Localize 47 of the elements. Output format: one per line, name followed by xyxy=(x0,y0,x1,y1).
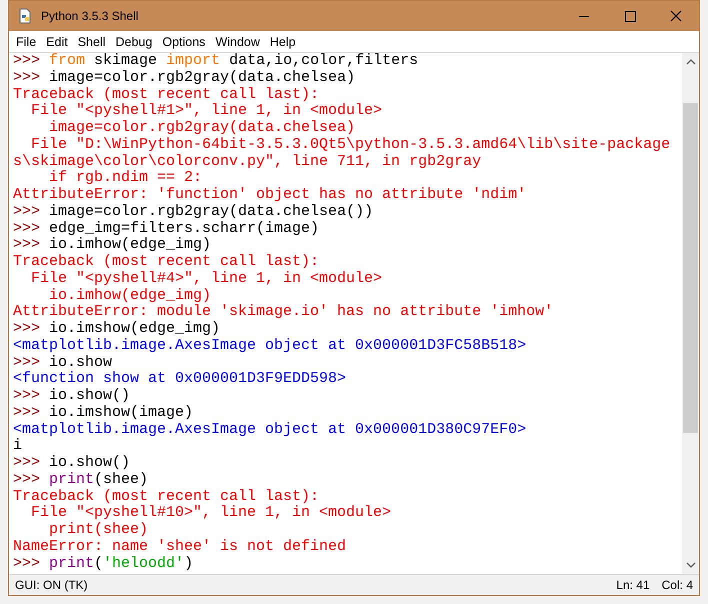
code-line: >>> print(shee) xyxy=(13,472,150,488)
menu-item[interactable]: Options xyxy=(161,34,210,48)
code-line: <matplotlib.image.AxesImage object at 0x000001D3FC58B518> xyxy=(13,338,528,354)
scroll-down-icon[interactable] xyxy=(686,562,696,568)
menu-item[interactable]: Edit xyxy=(45,34,73,48)
code-line: image=color.rgb2gray(data.chelsea) xyxy=(48,120,356,137)
code-line: io.imhow(edge_img) xyxy=(48,288,212,304)
code-line: File "<pyshell#10>", line 1, in <module> xyxy=(30,505,392,522)
code-line: AttributeError: module 'skimage.io' has no attribute 'imhow' xyxy=(13,304,554,321)
code-line: >>> io.show xyxy=(13,354,114,371)
code-line: i xyxy=(13,438,24,455)
menu-item[interactable]: Shell xyxy=(76,34,110,48)
code-line: Traceback (most recent call last): xyxy=(13,254,320,271)
gui-status: GUI: ON (TK) xyxy=(15,578,88,592)
scrollbar-thumb[interactable] xyxy=(683,103,698,433)
code-line: >>> io.imshow(image) xyxy=(13,404,194,422)
code-line: NameError: name 'shee' is not defined xyxy=(13,538,348,556)
scroll-up-icon[interactable] xyxy=(686,59,696,65)
code-line: <function show at 0x000001D3F9EDD598> xyxy=(13,371,348,388)
code-line: >>> image=color.rgb2gray(data.chelsea()) xyxy=(13,204,374,220)
line-number: Ln: 41 xyxy=(616,578,650,592)
code-line: >>> io.show() xyxy=(13,455,132,472)
code-line: >>> io.imshow(edge_img) xyxy=(13,321,222,338)
menu-item[interactable]: Help xyxy=(268,34,301,48)
code-line: Traceback (most recent call last): xyxy=(13,86,320,103)
python-file-icon xyxy=(17,8,33,24)
column-number: Col: 4 xyxy=(662,578,693,592)
code-line: >>> io.imhow(edge_img) xyxy=(13,237,212,254)
code-line: >>> print('heloodd') xyxy=(13,556,194,572)
code-line: >>> from skimage import data,io,color,filters xyxy=(13,53,420,70)
code-line: >>> io.show() xyxy=(13,388,132,405)
code-line: AttributeError: 'function' object has no attribute 'ndim' xyxy=(13,187,528,204)
code-line: >>> image=color.rgb2gray(data.chelsea) xyxy=(13,70,356,86)
code-line: <matplotlib.image.AxesImage object at 0x000001D380C97EF0> xyxy=(13,422,528,438)
code-line: File "<pyshell#1>", line 1, in <module> xyxy=(30,103,384,120)
code-line: Traceback (most recent call last): xyxy=(13,488,320,505)
menu-item[interactable]: File xyxy=(15,34,42,48)
menu-item[interactable]: Window xyxy=(214,34,265,48)
window-title: Python 3.5.3 Shell xyxy=(41,9,138,23)
code-line: if rgb.ndim == 2: xyxy=(48,170,204,187)
scrollbar[interactable] xyxy=(682,53,699,574)
code-line: >>> edge_img=filters.scharr(image) xyxy=(13,220,320,237)
menu-item[interactable]: Debug xyxy=(114,34,158,48)
code-line: File "D:\WinPython-64bit-3.5.3.0Qt5\python-3.5.3.amd64\lib\site-package xyxy=(30,136,672,154)
code-line: s\skimage\color\colorconv.py", line 711, in rgb2gray xyxy=(13,154,482,170)
code-line: File "<pyshell#4>", line 1, in <module> xyxy=(30,270,384,288)
code-line: print(shee) xyxy=(48,522,150,539)
